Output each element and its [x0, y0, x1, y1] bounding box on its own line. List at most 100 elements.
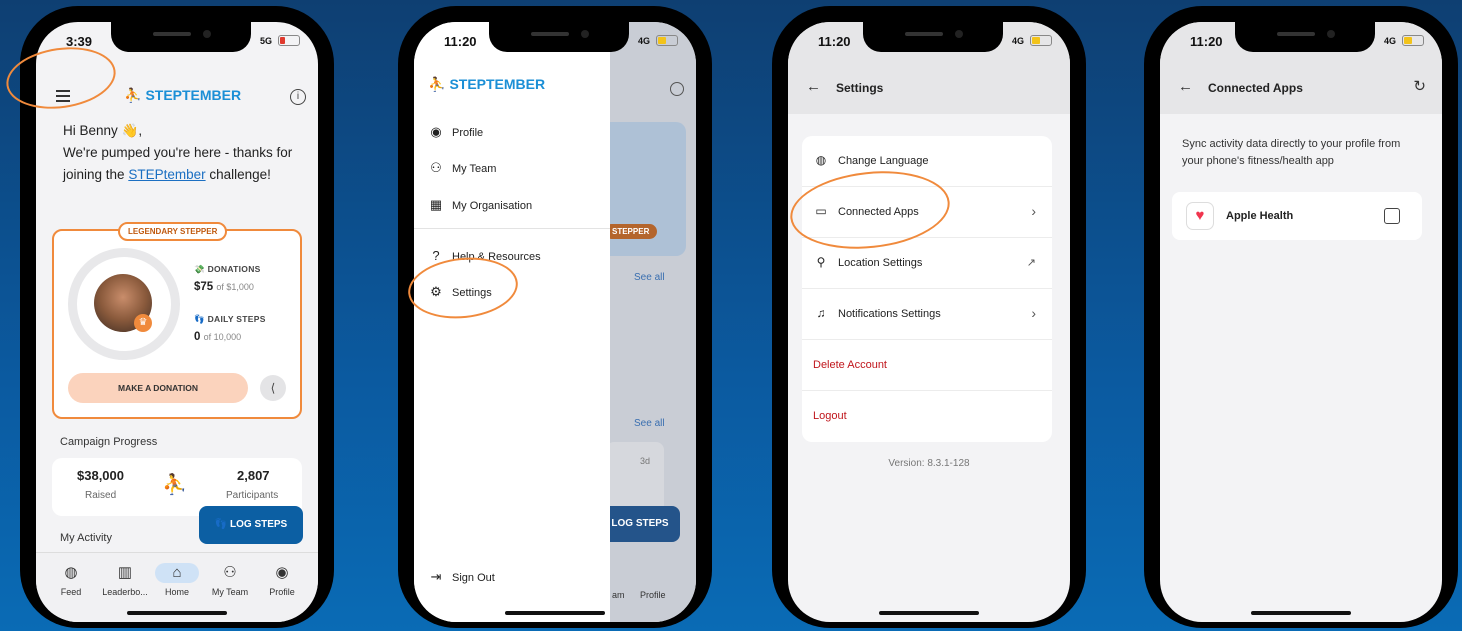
home-indicator	[879, 611, 979, 615]
menu-item-label: My Team	[452, 163, 497, 175]
battery-icon	[1030, 35, 1052, 46]
setting-connected-apps[interactable]: ▭ Connected Apps ›	[802, 187, 1052, 238]
donations-amount: $75	[194, 281, 214, 293]
setting-change-language[interactable]: ◍ Change Language	[802, 136, 1052, 187]
tab-my-team[interactable]: ⚇ My Team	[202, 563, 258, 597]
greeting: Hi Benny 👋, We're pumped you're here - t…	[63, 120, 293, 186]
battery-icon	[278, 35, 300, 46]
sign-out-item[interactable]: ⇥ Sign Out	[428, 569, 495, 585]
app-version: Version: 8.3.1-128	[888, 458, 970, 469]
tab-home[interactable]: ⌂ Home	[149, 563, 205, 597]
globe-icon: ◍	[815, 153, 827, 167]
bg-badge: STEPPER	[604, 224, 658, 239]
donations-label: 💸 DONATIONS	[194, 264, 261, 275]
tab-leaderboard[interactable]: ▥ Leaderbo...	[97, 563, 153, 597]
external-link-icon: ↗	[1026, 257, 1036, 269]
setting-location[interactable]: ⚲ Location Settings ↗	[802, 238, 1052, 289]
podium-icon: ▥	[117, 564, 133, 581]
menu-item-my-team[interactable]: ⚇ My Team	[428, 160, 496, 176]
daily-steps-label: 👣 DAILY STEPS	[194, 314, 266, 325]
apple-health-label: Apple Health	[1226, 210, 1294, 222]
logout-label: Logout	[813, 410, 847, 422]
raised-label: Raised	[85, 490, 117, 501]
gear-icon: ⚙	[430, 284, 442, 299]
bg-see-all-2: See all	[634, 418, 665, 429]
steps-goal: of 10,000	[203, 332, 242, 342]
share-icon[interactable]: ⟨	[260, 375, 286, 401]
setting-label: Connected Apps	[838, 206, 919, 218]
team-icon: ⚇	[430, 160, 442, 175]
bg-days: 3d	[640, 456, 651, 466]
page-title: Connected Apps	[1208, 81, 1303, 95]
location-pin-icon: ⚲	[816, 255, 826, 269]
crown-icon: ♛	[134, 314, 152, 332]
tab-leaderboard-label: Leaderbo...	[102, 587, 148, 597]
apple-health-row[interactable]: ♥ Apple Health	[1172, 192, 1422, 240]
bg-tab-team: am	[612, 590, 625, 600]
building-icon: ▦	[429, 197, 443, 212]
steptember-link[interactable]: STEPtember	[128, 167, 205, 182]
donations-label-text: DONATIONS	[207, 264, 261, 274]
devices-icon: ▭	[815, 204, 827, 218]
menu-item-profile[interactable]: ◉ Profile	[428, 124, 483, 140]
menu-icon[interactable]	[56, 90, 70, 105]
globe-icon: ◍	[64, 564, 78, 581]
menu-item-my-organisation[interactable]: ▦ My Organisation	[428, 197, 532, 213]
phone-menu: 11:20 4G STEPPER See all See all 3d LOG …	[398, 6, 712, 628]
battery-icon	[1402, 35, 1424, 46]
back-arrow-icon[interactable]: ←	[806, 78, 821, 95]
log-steps-button[interactable]: 👣 LOG STEPS	[199, 506, 303, 544]
dimmed-home-background[interactable]: STEPPER See all See all 3d LOG STEPS am …	[600, 22, 696, 622]
chevron-right-icon: ›	[1031, 305, 1036, 321]
setting-label: Notifications Settings	[838, 308, 941, 320]
tab-profile[interactable]: ◉ Profile	[254, 563, 310, 597]
home-icon: ⌂	[155, 563, 199, 583]
phone-connected-apps: 11:20 4G ← Connected Apps ↻ Sync activit…	[1144, 6, 1458, 628]
home-indicator	[127, 611, 227, 615]
setting-notifications[interactable]: ♫ Notifications Settings ›	[802, 289, 1052, 340]
steps-amount: 0	[194, 331, 201, 343]
logout-button[interactable]: Logout	[802, 391, 1052, 442]
tab-home-label: Home	[164, 587, 189, 597]
back-arrow-icon[interactable]: ←	[1178, 78, 1193, 95]
info-icon[interactable]: i	[290, 89, 306, 105]
tab-feed[interactable]: ◍ Feed	[43, 563, 99, 597]
legendary-badge: LEGENDARY STEPPER	[118, 222, 228, 241]
footsteps-icon: 👣	[194, 314, 205, 324]
home-indicator	[505, 611, 605, 615]
menu-divider	[414, 228, 610, 229]
notch	[1235, 22, 1375, 52]
menu-item-label: Help & Resources	[452, 251, 541, 263]
status-network: 4G	[1011, 36, 1024, 46]
menu-item-settings[interactable]: ⚙ Settings	[428, 284, 492, 300]
donations-goal: of $1,000	[216, 282, 254, 292]
sign-out-icon: ⇥	[430, 569, 442, 584]
notch	[863, 22, 1003, 52]
log-steps-label: LOG STEPS	[230, 519, 288, 530]
heart-icon: ♥	[1186, 202, 1214, 230]
delete-account-button[interactable]: Delete Account	[802, 340, 1052, 391]
apple-health-checkbox[interactable]	[1384, 208, 1400, 224]
campaign-logo-icon: ⛹	[162, 474, 187, 496]
page-title: Settings	[836, 81, 884, 95]
settings-list: ◍ Change Language ▭ Connected Apps › ⚲ Locat…	[802, 136, 1052, 442]
side-drawer: ⛹ STEPTEMBER ◉ Profile ⚇ My Team ▦ My Organi…	[414, 22, 610, 622]
sync-description: Sync activity data directly to your prof…	[1182, 138, 1401, 167]
menu-item-help[interactable]: ? Help & Resources	[428, 248, 541, 263]
status-network: 4G	[1383, 36, 1396, 46]
participants-value: 2,807	[237, 468, 270, 483]
participants-label: Participants	[226, 490, 279, 501]
phone-settings: 11:20 4G ← Settings ◍ Change Language ▭ Co…	[772, 6, 1086, 628]
home-screen: 3:39 5G ⛹ STEPTEMBER i Hi Benny 👋, We're …	[36, 22, 318, 622]
make-donation-button[interactable]: MAKE A DONATION	[68, 373, 248, 403]
footsteps-icon: 👣	[214, 519, 228, 530]
intro-text-end: challenge!	[205, 167, 271, 182]
refresh-icon[interactable]: ↻	[1413, 77, 1426, 95]
status-time: 11:20	[444, 34, 477, 49]
profile-icon: ◉	[275, 564, 289, 581]
status-time: 11:20	[1190, 34, 1223, 49]
greeting-title: Hi Benny 👋,	[63, 123, 143, 138]
delete-account-label: Delete Account	[813, 359, 887, 371]
notch	[111, 22, 251, 52]
setting-label: Change Language	[838, 155, 929, 167]
